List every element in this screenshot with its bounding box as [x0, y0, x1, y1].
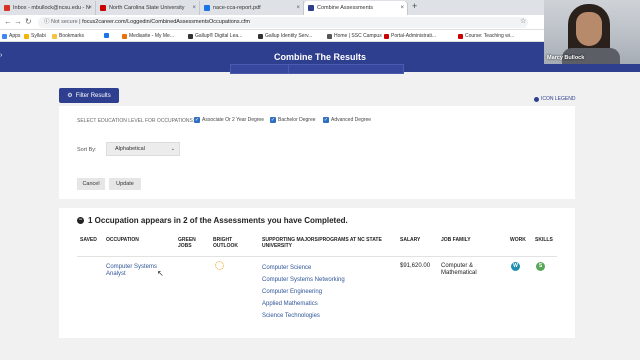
close-icon[interactable]: × [400, 5, 404, 11]
col-job-family: JOB FAMILY [441, 237, 471, 243]
folder-icon [52, 33, 57, 39]
checkbox-bachelor[interactable]: ✓ Bachelor Degree [270, 117, 316, 123]
divider [77, 256, 557, 257]
info-icon: ⓘ [44, 19, 52, 25]
icon-legend-link[interactable]: ICON LEGEND [534, 96, 575, 102]
cancel-button[interactable]: Cancel [77, 178, 105, 190]
chevron-down-icon: ⌄ [170, 146, 175, 152]
sort-select[interactable]: Alphabetical ⌄ [106, 142, 180, 156]
bookmark-bookmarks[interactable]: Bookmarks [52, 33, 84, 39]
col-salary: SALARY [400, 237, 421, 243]
bookmark-course[interactable]: Course: Teaching wi... [458, 33, 514, 39]
update-button[interactable]: Update [109, 178, 141, 190]
gear-icon: ⚙ [67, 93, 73, 99]
col-occupation: OCCUPATION [106, 237, 139, 243]
checkbox-advanced[interactable]: ✓ Advanced Degree [323, 117, 371, 123]
mediasite-icon [122, 33, 127, 39]
major-link[interactable]: Computer Engineering [262, 289, 322, 296]
browser-tab-pdf[interactable]: nace-cca-report.pdf × [200, 1, 304, 15]
bookmark-mediasite[interactable]: Mediasite - My Me... [122, 33, 174, 39]
col-work: WORK [510, 237, 526, 243]
checkbox-associate[interactable]: ✓ Associate Or 2 Year Degree [194, 117, 264, 123]
url-field[interactable]: ⓘ Not secure | focus2career.com/Loggedin… [38, 17, 528, 28]
ncsu-icon [100, 5, 106, 11]
major-link[interactable]: Computer Systems Networking [262, 277, 345, 284]
salary-value: $91,620.00 [400, 263, 431, 269]
col-supporting-majors: SUPPORTING MAJORS/PROGRAMS AT NC STATE U… [262, 237, 382, 249]
tab-label: Combine Assessments [317, 5, 373, 11]
bookmark-syllabi[interactable]: Syllabi [24, 33, 46, 39]
education-level-label: SELECT EDUCATION LEVEL FOR OCCUPATIONS: [77, 118, 195, 124]
col-skills: SKILLS [535, 237, 553, 243]
back-icon[interactable]: ← [4, 17, 12, 26]
col-saved: SAVED [80, 237, 97, 243]
download-icon [104, 33, 109, 38]
menu-icon[interactable]: › [0, 52, 6, 62]
pdf-icon [204, 5, 210, 11]
browser-tab-inbox[interactable]: Inbox - mbullock@ncsu.edu - N × [0, 1, 96, 15]
bookmark-star-icon[interactable]: ☆ [520, 17, 526, 25]
webcam-overlay: Marcy Bullock [544, 0, 640, 64]
work-badge-icon[interactable]: W [511, 262, 520, 271]
sort-label: Sort By: [77, 147, 97, 153]
apps-icon [2, 33, 7, 39]
tab-label: nace-cca-report.pdf [213, 5, 261, 11]
gmail-icon [4, 5, 10, 11]
gallup-icon [258, 33, 263, 39]
ssc-icon [327, 33, 332, 39]
results-heading: − 1 Occupation appears in 2 of the Asses… [77, 216, 348, 225]
browser-tab-ncsu[interactable]: North Carolina State University × [96, 1, 200, 15]
url-text: focus2career.com/Loggedin/CombinedAssess… [82, 19, 250, 25]
major-link[interactable]: Computer Science [262, 265, 311, 272]
major-link[interactable]: Applied Mathematics [262, 301, 318, 308]
checkbox-checked-icon: ✓ [270, 117, 276, 123]
tab-label: North Carolina State University [109, 5, 185, 11]
bookmark-portal[interactable]: Portal-Administrati... [384, 33, 436, 39]
results-panel: − 1 Occupation appears in 2 of the Asses… [59, 208, 575, 338]
browser-tab-combine[interactable]: Combine Assessments × [304, 1, 408, 15]
filter-panel: SELECT EDUCATION LEVEL FOR OCCUPATIONS: … [59, 106, 575, 199]
drive-icon [24, 33, 29, 39]
close-icon[interactable]: × [88, 5, 92, 11]
checkbox-checked-icon: ✓ [323, 117, 329, 123]
bookmark-ssc-campus[interactable]: Home | SSC Campus [327, 33, 382, 39]
tab-label: Inbox - mbullock@ncsu.edu - N [13, 5, 90, 11]
bookmark-gallup-digital[interactable]: Gallup® Digital Lea... [188, 33, 242, 39]
bookmark-apps[interactable]: Apps [2, 33, 20, 39]
collapse-icon[interactable]: − [77, 217, 84, 224]
security-label: Not secure [51, 19, 78, 25]
new-tab-button[interactable]: + [412, 1, 417, 11]
course-icon [458, 33, 463, 39]
header-tab-right[interactable] [288, 64, 404, 74]
forward-icon[interactable]: → [14, 17, 22, 26]
gallup-icon [188, 33, 193, 39]
bookmark-gallup-identity[interactable]: Gallup Identity Serv... [258, 33, 312, 39]
bookmark-download[interactable] [104, 33, 111, 38]
job-family-value: Computer & Mathematical [441, 263, 477, 276]
skills-badge-icon[interactable]: S [536, 262, 545, 271]
portal-icon [384, 33, 389, 39]
mouse-cursor-icon: ↖ [157, 269, 164, 278]
major-link[interactable]: Science Technologies [262, 313, 320, 320]
col-green-jobs: GREEN JOBS [178, 237, 196, 249]
webcam-name: Marcy Bullock [547, 55, 585, 61]
info-icon [534, 96, 539, 102]
focus2-icon [308, 5, 314, 11]
checkbox-checked-icon: ✓ [194, 117, 200, 123]
col-bright-outlook: BRIGHT OUTLOOK [213, 237, 238, 249]
close-icon[interactable]: × [192, 5, 196, 11]
close-icon[interactable]: × [296, 5, 300, 11]
bright-outlook-icon [215, 261, 224, 270]
filter-results-button[interactable]: ⚙ Filter Results [59, 88, 119, 103]
reload-icon[interactable]: ↻ [25, 17, 32, 26]
